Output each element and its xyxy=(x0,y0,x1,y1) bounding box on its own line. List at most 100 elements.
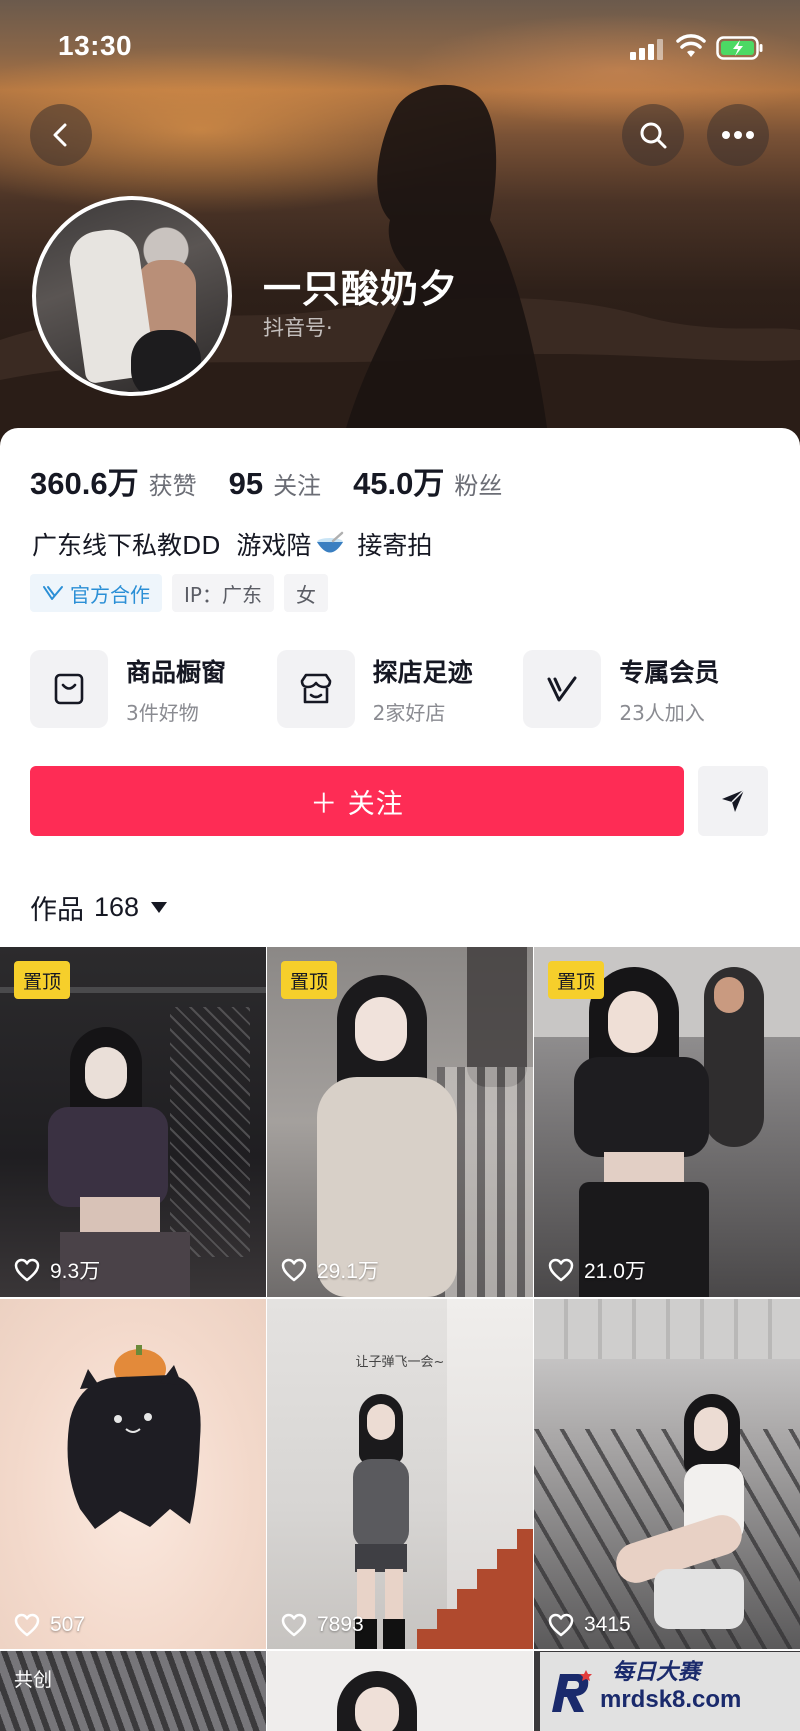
tag-label: 官方合作 xyxy=(70,582,150,607)
bio-text-end: 接寄拍 xyxy=(349,531,433,560)
cellular-signal-icon xyxy=(630,38,664,60)
douyin-id[interactable]: 抖音号· xyxy=(263,312,333,342)
pin-label: 置顶 xyxy=(23,970,62,993)
works-tab[interactable]: 作品 168 xyxy=(30,888,168,927)
stat-value: 360.6万 xyxy=(30,466,139,501)
service-icon-box xyxy=(523,650,602,728)
battery-charging-icon xyxy=(716,36,763,60)
like-count-value: 9.3万 xyxy=(50,1260,101,1283)
profile-header: 13:30 一只酸奶夕 抖音号· xyxy=(0,0,800,450)
video-tile[interactable]: 让子弹飞一会~ 7893 xyxy=(267,1299,533,1649)
stat-followers[interactable]: 45.0万 粉丝 xyxy=(353,458,502,503)
service-title: 探店足迹 xyxy=(372,657,473,687)
stat-value: 45.0万 xyxy=(353,466,445,501)
avatar[interactable] xyxy=(32,196,232,396)
video-overlay-text: 让子弹飞一会~ xyxy=(355,1355,445,1370)
like-count-value: 3415 xyxy=(584,1613,631,1636)
tag-label: IP：广东 xyxy=(184,582,262,607)
partner-handshake-icon xyxy=(43,586,63,600)
works-label: 作品 xyxy=(30,895,84,926)
follow-label: ＋ 关注 xyxy=(310,788,404,820)
like-count-value: 507 xyxy=(50,1613,86,1636)
tag-label: 女 xyxy=(295,582,316,607)
status-bar: 13:30 xyxy=(0,0,800,96)
co-creation-badge: 共创 xyxy=(14,1669,53,1691)
video-tile[interactable]: 置顶 21.0万 xyxy=(534,947,800,1297)
service-subtitle: 23人加入 xyxy=(619,700,705,725)
tags-row: 官方合作 IP：广东 女 xyxy=(30,574,338,612)
video-tile[interactable]: 置顶 29.1万 xyxy=(267,947,533,1297)
share-button[interactable] xyxy=(698,766,768,836)
pinned-badge: 置顶 xyxy=(281,961,338,999)
ghost-cat-figure xyxy=(67,1345,201,1529)
nickname: 一只酸奶夕 xyxy=(263,267,459,311)
ip-location-tag: IP：广东 xyxy=(172,574,274,612)
service-subtitle: 2家好店 xyxy=(372,700,446,725)
bag-icon xyxy=(54,673,84,705)
shop-icon xyxy=(300,673,331,704)
like-count-value: 29.1万 xyxy=(317,1260,379,1283)
services-row: 商品橱窗 3件好物 探店足迹 2家好店 专属会员 23人加入 xyxy=(30,650,770,728)
pin-label: 置顶 xyxy=(290,970,329,993)
watermark-logo-icon xyxy=(552,1669,592,1712)
stat-label: 粉丝 xyxy=(454,472,503,500)
like-count: 29.1万 xyxy=(281,1255,379,1285)
search-icon xyxy=(640,122,667,149)
send-arrow-icon xyxy=(722,789,745,812)
pinned-badge: 置顶 xyxy=(548,961,605,999)
service-membership[interactable]: 专属会员 23人加入 xyxy=(523,650,770,728)
stat-value: 95 xyxy=(228,466,264,501)
video-tile[interactable] xyxy=(267,1651,533,1731)
like-count-value: 7893 xyxy=(317,1613,364,1636)
heart-icon xyxy=(281,1258,307,1282)
heart-icon xyxy=(548,1613,574,1637)
like-count: 7893 xyxy=(281,1613,364,1637)
follow-button[interactable]: ＋ 关注 xyxy=(30,766,684,836)
like-count: 9.3万 xyxy=(14,1255,100,1285)
watermark-title: 每日大赛 xyxy=(612,1660,701,1685)
video-tile[interactable]: 507 xyxy=(0,1299,266,1649)
official-partner-tag[interactable]: 官方合作 xyxy=(30,574,162,612)
heart-icon xyxy=(14,1258,40,1282)
video-tile[interactable]: 3415 xyxy=(534,1299,800,1649)
chevron-left-icon xyxy=(53,123,67,147)
v-member-icon xyxy=(547,676,577,702)
pin-label: 置顶 xyxy=(557,970,596,993)
heart-icon xyxy=(281,1613,307,1637)
search-button[interactable] xyxy=(622,104,684,166)
wifi-icon xyxy=(676,34,706,57)
status-time: 13:30 xyxy=(58,30,133,61)
like-count: 507 xyxy=(14,1613,85,1637)
more-dots-icon xyxy=(722,131,754,139)
stats-row: 360.6万 获赞 95 关注 45.0万 粉丝 xyxy=(30,458,534,503)
works-count: 168 xyxy=(94,892,140,922)
bio: 广东线下私教DD 游戏陪 接寄拍 xyxy=(32,526,432,562)
back-button[interactable] xyxy=(30,104,92,166)
caret-down-icon xyxy=(151,902,168,913)
service-store-visits[interactable]: 探店足迹 2家好店 xyxy=(276,650,524,728)
bio-text: 广东线下私教DD 游戏陪 xyxy=(32,531,312,560)
service-icon-box xyxy=(30,650,108,728)
service-subtitle: 3件好物 xyxy=(126,700,199,725)
service-icon-box xyxy=(276,650,355,728)
more-options-button[interactable] xyxy=(707,104,769,166)
site-watermark: 每日大赛 mrdsk8.com xyxy=(540,1652,800,1731)
service-title: 商品橱窗 xyxy=(126,657,227,687)
heart-icon xyxy=(14,1613,40,1637)
video-tile[interactable]: 置顶 9.3万 xyxy=(0,947,266,1297)
like-count: 3415 xyxy=(548,1613,631,1637)
video-tile[interactable]: 共创 xyxy=(0,1651,266,1731)
bowl-emoji-icon xyxy=(317,531,344,553)
like-count: 21.0万 xyxy=(548,1255,646,1285)
stat-likes[interactable]: 360.6万 获赞 xyxy=(30,458,197,503)
pinned-badge: 置顶 xyxy=(14,961,71,999)
gender-tag: 女 xyxy=(283,574,328,612)
stat-label: 关注 xyxy=(273,472,322,500)
staircase-image xyxy=(417,1529,533,1649)
stat-following[interactable]: 95 关注 xyxy=(229,466,321,502)
stat-label: 获赞 xyxy=(148,472,197,500)
heart-icon xyxy=(548,1258,574,1282)
like-count-value: 21.0万 xyxy=(584,1260,646,1283)
service-title: 专属会员 xyxy=(619,657,720,687)
service-shop-window[interactable]: 商品橱窗 3件好物 xyxy=(30,650,277,728)
